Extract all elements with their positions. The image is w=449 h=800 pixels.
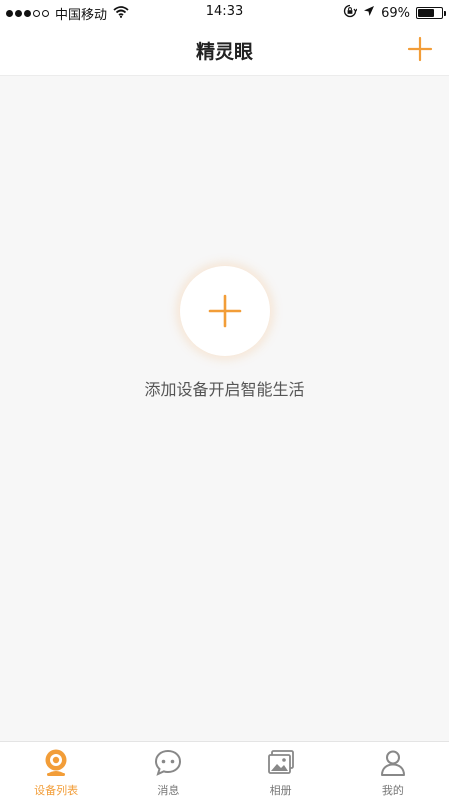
tab-album[interactable]: 相册 bbox=[225, 742, 337, 800]
tab-device-list[interactable]: 设备列表 bbox=[0, 742, 112, 800]
chat-bubble-icon bbox=[155, 749, 182, 776]
tab-label: 设备列表 bbox=[34, 784, 79, 797]
tab-label: 相册 bbox=[269, 784, 292, 797]
plus-icon bbox=[407, 36, 433, 62]
photo-album-icon bbox=[267, 750, 294, 774]
status-right: 69% bbox=[343, 4, 446, 22]
page-title: 精灵眼 bbox=[195, 41, 253, 63]
status-bar: 中国移动 14:33 69% bbox=[0, 0, 449, 24]
tab-profile[interactable]: 我的 bbox=[337, 742, 449, 800]
navigation-bar: 精灵眼 bbox=[0, 24, 449, 76]
battery-level bbox=[418, 9, 434, 17]
location-arrow-icon bbox=[363, 5, 375, 21]
empty-state-message: 添加设备开启智能生活 bbox=[144, 380, 305, 399]
tab-messages[interactable]: 消息 bbox=[112, 742, 224, 800]
tab-bar: 设备列表 消息 相册 我的 bbox=[0, 741, 449, 800]
rotation-lock-icon bbox=[343, 4, 358, 22]
camera-icon bbox=[45, 749, 67, 776]
battery-icon bbox=[416, 7, 446, 19]
app-screen: 中国移动 14:33 69% 精灵眼 添加设备开启智能生活 设备列表 消息 相册… bbox=[0, 0, 449, 800]
battery-percent: 69% bbox=[381, 5, 410, 21]
tab-label: 消息 bbox=[157, 784, 180, 797]
tab-label: 我的 bbox=[381, 784, 404, 797]
add-device-button[interactable] bbox=[407, 36, 433, 62]
plus-icon bbox=[208, 294, 242, 328]
add-device-circle-button[interactable] bbox=[180, 266, 270, 356]
user-icon bbox=[380, 750, 405, 776]
